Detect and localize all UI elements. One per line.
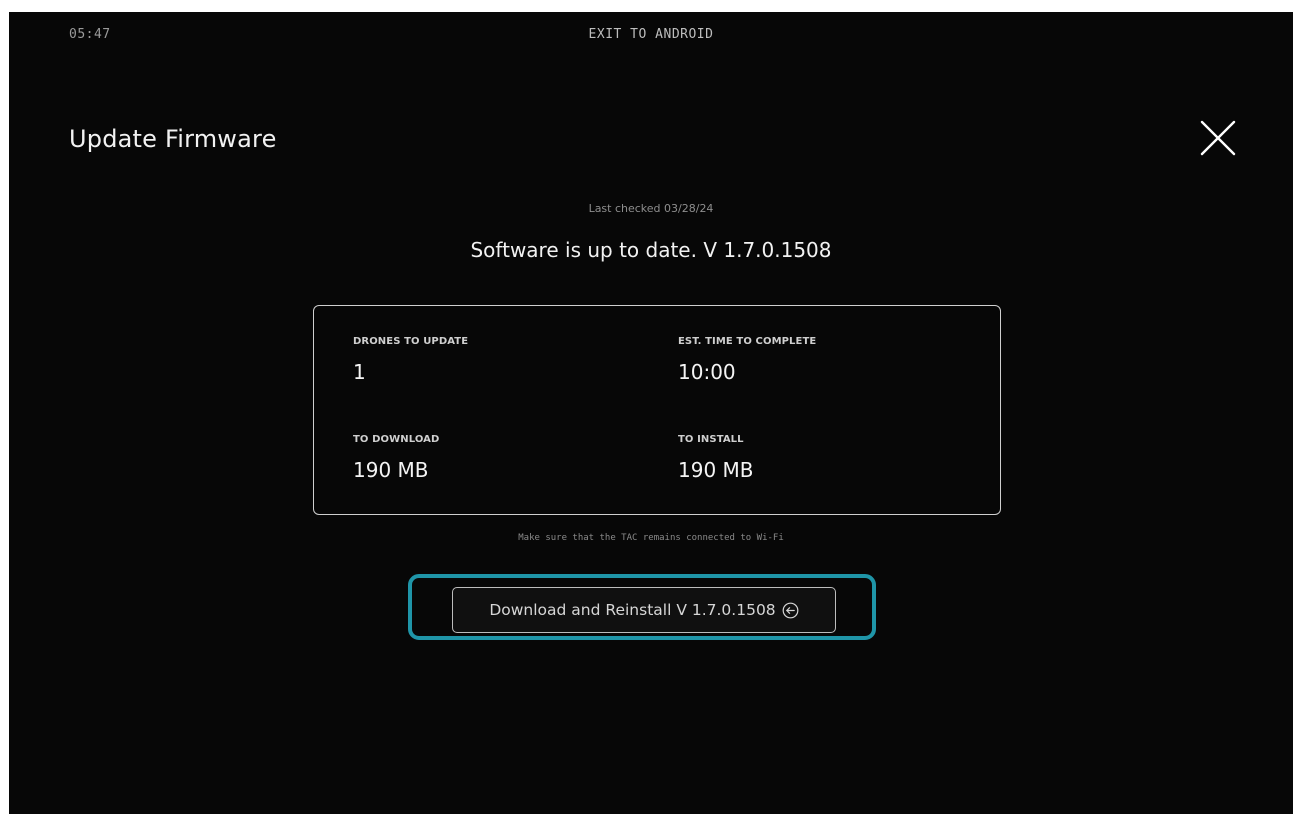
close-button[interactable]: [1199, 119, 1237, 157]
drones-to-update-label: DRONES TO UPDATE: [353, 336, 469, 347]
download-reinstall-label: Download and Reinstall V 1.7.0.1508: [489, 601, 776, 619]
firmware-update-screen: 05:47 EXIT TO ANDROID Update Firmware La…: [9, 12, 1293, 814]
page-title: Update Firmware: [69, 125, 277, 153]
est-time-label: EST. TIME TO COMPLETE: [678, 336, 817, 347]
to-download-value: 190 MB: [353, 458, 429, 482]
to-install-value: 190 MB: [678, 458, 754, 482]
exit-to-android-link[interactable]: EXIT TO ANDROID: [589, 27, 714, 42]
close-icon: [1200, 120, 1236, 156]
download-reinstall-button[interactable]: Download and Reinstall V 1.7.0.1508: [452, 587, 836, 633]
drones-to-update-value: 1: [353, 360, 366, 384]
est-time-value: 10:00: [678, 360, 736, 384]
to-install-cell: TO INSTALL 190 MB: [678, 434, 754, 482]
to-download-label: TO DOWNLOAD: [353, 434, 440, 445]
circle-arrow-left-icon: [782, 602, 799, 619]
wifi-connection-note: Make sure that the TAC remains connected…: [518, 533, 784, 543]
update-info-card: DRONES TO UPDATE 1 EST. TIME TO COMPLETE…: [313, 305, 1001, 515]
last-checked-text: Last checked 03/28/24: [588, 202, 714, 215]
est-time-cell: EST. TIME TO COMPLETE 10:00: [678, 336, 816, 384]
update-status-message: Software is up to date. V 1.7.0.1508: [470, 238, 832, 262]
to-download-cell: TO DOWNLOAD 190 MB: [353, 434, 439, 482]
to-install-label: TO INSTALL: [678, 434, 744, 445]
exit-to-android-row: EXIT TO ANDROID: [9, 27, 1293, 42]
drones-to-update-cell: DRONES TO UPDATE 1: [353, 336, 468, 384]
